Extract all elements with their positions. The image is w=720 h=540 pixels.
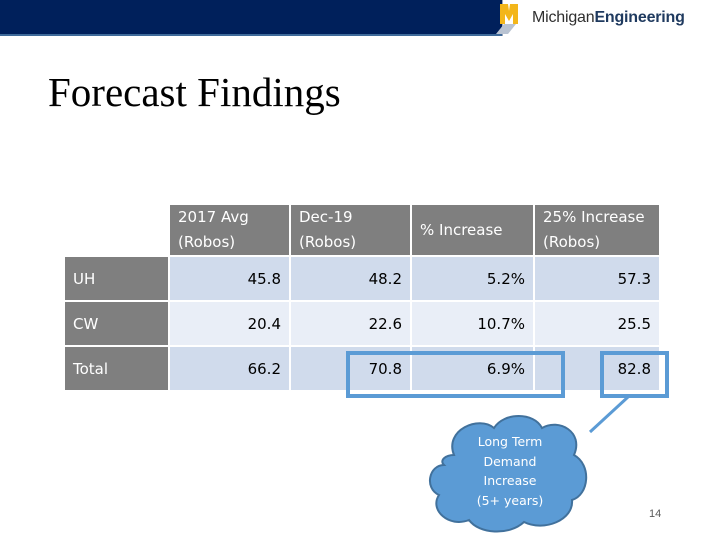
callout-line: Increase <box>483 473 537 488</box>
callout-line: Long Term <box>477 434 543 449</box>
callout-line: (5+ years) <box>476 492 544 508</box>
page-number: 14 <box>649 508 662 520</box>
callout-text: Long Term Demand Increase (5+ years) <box>466 432 554 510</box>
callout-line: Demand <box>483 453 537 469</box>
callout-connector <box>588 395 630 434</box>
